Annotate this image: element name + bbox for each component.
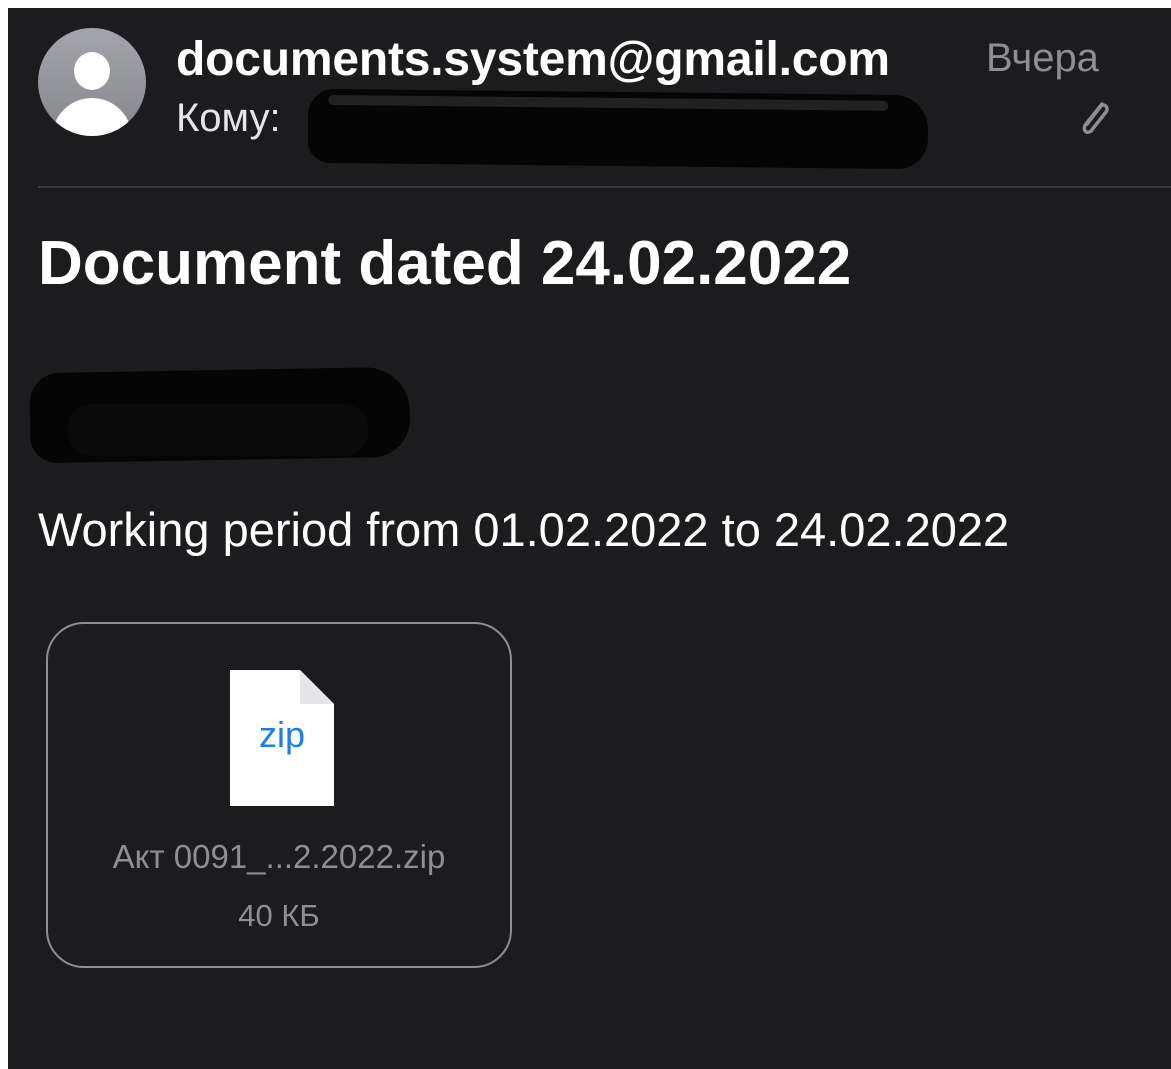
message-subject: Document dated 24.02.2022	[38, 229, 852, 298]
sender-address[interactable]: documents.system@gmail.com	[176, 32, 890, 87]
header-divider	[38, 186, 1171, 188]
message-body: Working period from 01.02.2022 to 24.02.…	[38, 503, 1010, 556]
person-avatar-icon[interactable]	[38, 28, 146, 136]
avatar-head-shape	[74, 52, 110, 90]
attachment-file-name: Акт 0091_...2.2022.zip	[112, 838, 446, 875]
zip-file-icon: zip	[230, 670, 334, 806]
message-date: Вчера	[986, 36, 1099, 80]
paperclip-icon	[1082, 102, 1109, 135]
attachment-file-size: 40 КБ	[238, 898, 320, 933]
avatar-body-shape	[52, 98, 132, 136]
mail-message-view: documents.system@gmail.com Вчера Кому: D…	[8, 8, 1171, 1069]
attachment-card[interactable]: zip Акт 0091_...2.2022.zip 40 КБ	[46, 622, 512, 968]
redacted-greeting-extra	[68, 404, 368, 456]
redacted-recipient	[307, 88, 929, 170]
recipient-label: Кому:	[176, 96, 281, 140]
file-extension-label: zip	[258, 714, 306, 755]
